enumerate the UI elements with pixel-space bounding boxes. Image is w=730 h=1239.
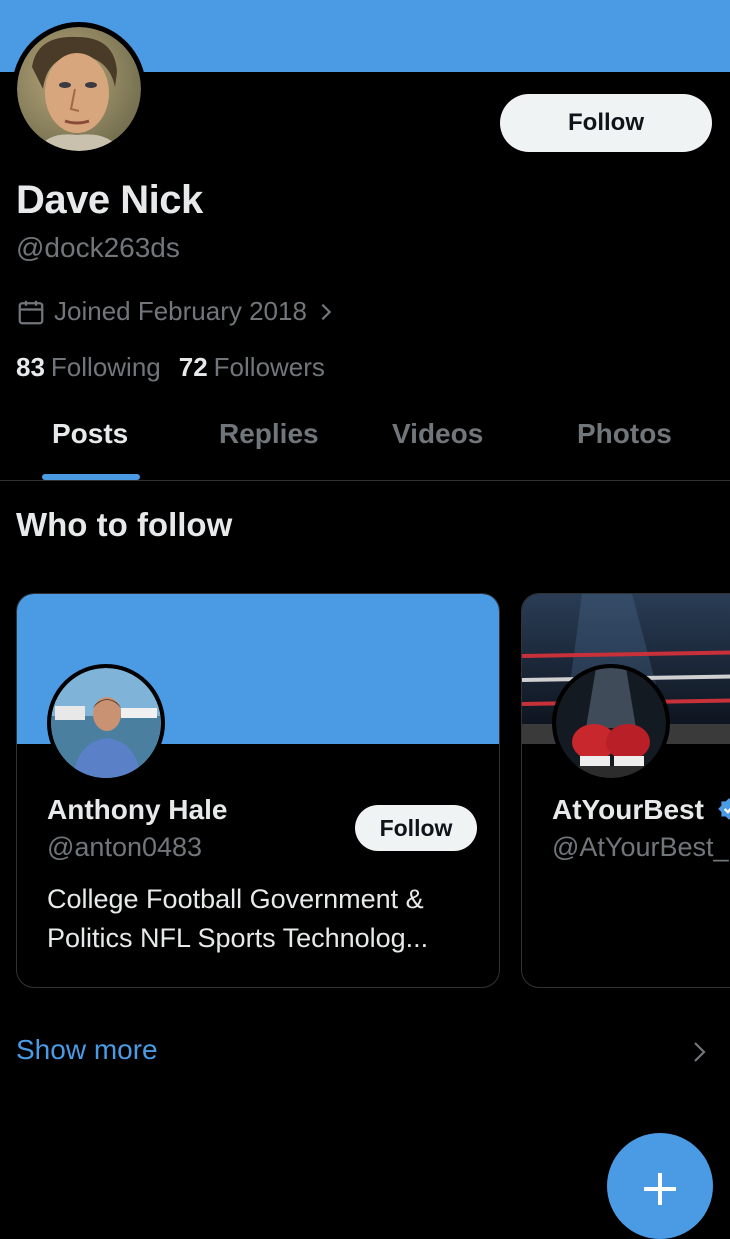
card-follow-button[interactable]: Follow	[355, 805, 477, 851]
plus-icon	[644, 1173, 676, 1205]
profile-tabs: Posts Replies Videos Photos	[0, 418, 730, 481]
profile-avatar[interactable]	[12, 22, 146, 156]
suggestion-card[interactable]: AtYourBest @AtYourBest_	[521, 593, 730, 988]
card-avatar[interactable]	[47, 664, 165, 782]
card-handle: @AtYourBest_	[552, 832, 729, 862]
followers-link[interactable]: 72 Followers	[179, 352, 325, 383]
card-avatar[interactable]	[552, 664, 670, 782]
profile-handle: @dock263ds	[16, 232, 180, 263]
profile-avatar-painting	[17, 27, 141, 151]
who-to-follow-title: Who to follow	[16, 506, 233, 543]
compose-button[interactable]	[607, 1133, 713, 1239]
card-name: Anthony Hale	[47, 794, 228, 825]
active-tab-indicator	[42, 474, 140, 480]
chevron-right-icon	[321, 303, 332, 320]
card-name-text: AtYourBest	[552, 794, 704, 825]
suggestion-card[interactable]: Anthony Hale @anton0483 Follow College F…	[16, 593, 500, 988]
profile-name: Dave Nick	[16, 178, 203, 222]
follow-stats: 83 Following 72 Followers	[16, 352, 325, 383]
tab-replies[interactable]: Replies	[219, 418, 319, 480]
joined-date-link[interactable]: Joined February 2018	[16, 296, 337, 327]
tab-posts[interactable]: Posts	[52, 418, 128, 480]
following-label: Following	[50, 352, 161, 382]
show-more-link[interactable]: Show more	[16, 1034, 158, 1066]
tab-videos[interactable]: Videos	[392, 418, 483, 480]
card-name: AtYourBest	[552, 794, 730, 826]
followers-label: Followers	[213, 352, 325, 382]
tab-photos[interactable]: Photos	[577, 418, 672, 480]
chevron-right-icon[interactable]	[690, 1040, 710, 1064]
followers-count: 72	[178, 352, 208, 382]
card-bio: College Football Government & Politics N…	[47, 884, 429, 953]
avatar-photo	[51, 668, 161, 778]
joined-text: Joined February 2018	[54, 296, 307, 326]
follow-button[interactable]: Follow	[500, 94, 712, 152]
following-link[interactable]: 83 Following	[16, 352, 161, 383]
verified-badge-icon	[717, 798, 730, 820]
following-count: 83	[16, 352, 45, 382]
boxing-gloves-photo	[556, 668, 666, 778]
card-handle: @anton0483	[47, 832, 203, 862]
calendar-icon	[18, 300, 44, 324]
